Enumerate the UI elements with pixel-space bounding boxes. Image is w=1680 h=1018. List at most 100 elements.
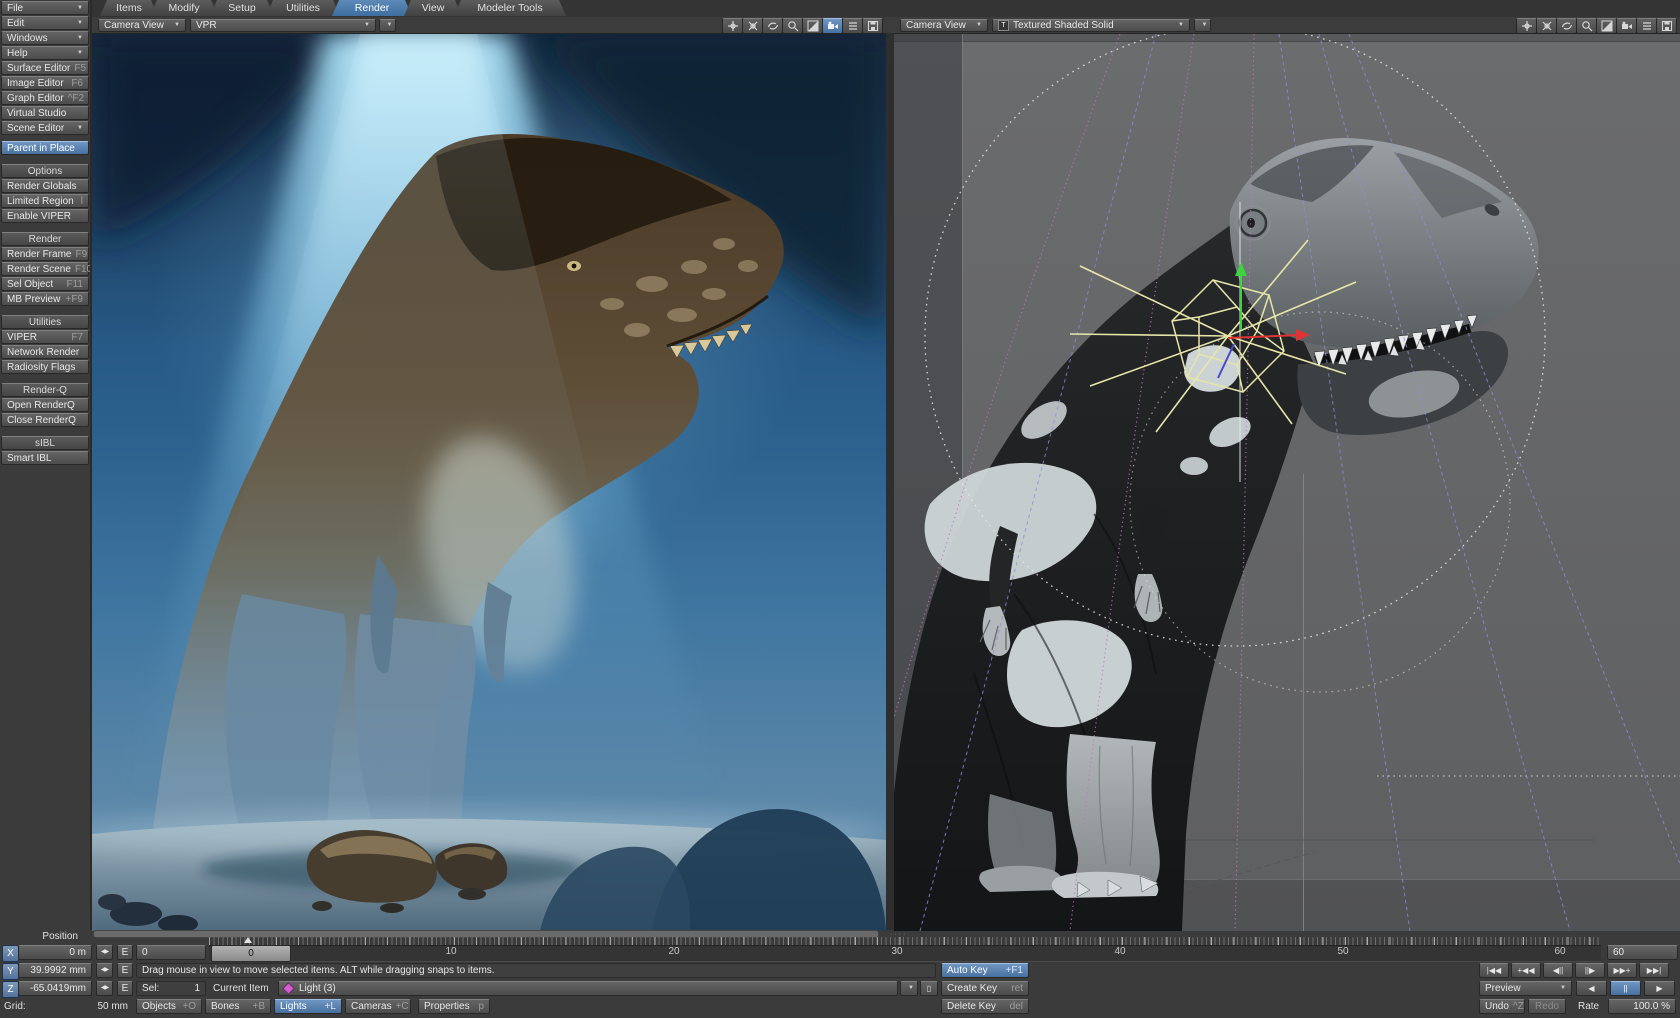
transport-next-key-button[interactable]: ▶▶+ bbox=[1607, 963, 1637, 978]
auto-key-button[interactable]: Auto Key+F1 bbox=[941, 963, 1029, 978]
transport-go-end-button[interactable]: ▶▶| bbox=[1639, 963, 1669, 978]
orbit-icon[interactable] bbox=[1556, 18, 1577, 34]
z-envelope-button[interactable]: E bbox=[117, 981, 133, 996]
frame-slider-handle[interactable]: 0 bbox=[211, 945, 291, 962]
lightwave-layout-window: Items Modify Setup Utilities Render View… bbox=[0, 0, 1680, 1018]
sidebar-sel-object[interactable]: Sel ObjectF11 bbox=[1, 277, 89, 291]
create-key-button[interactable]: Create Keyret bbox=[941, 981, 1029, 996]
y-stepper[interactable]: ◀▶ bbox=[96, 963, 113, 978]
sidebar-virtual-studio[interactable]: Virtual Studio bbox=[1, 106, 89, 120]
rate-field[interactable]: 100.0 % bbox=[1608, 999, 1676, 1014]
transport-prev-key-button[interactable]: +◀◀ bbox=[1511, 963, 1541, 978]
sidebar-render-globals[interactable]: Render Globals bbox=[1, 179, 89, 193]
list-icon[interactable] bbox=[842, 18, 863, 34]
properties-button[interactable]: Propertiesp bbox=[418, 999, 490, 1014]
sidebar-close-renderq[interactable]: Close RenderQ bbox=[1, 413, 89, 427]
pan-icon[interactable] bbox=[1516, 18, 1537, 34]
zoom-icon[interactable] bbox=[782, 18, 803, 34]
left-viewport-render[interactable] bbox=[92, 33, 886, 931]
sidebar-mb-preview[interactable]: MB Preview+F9 bbox=[1, 292, 89, 306]
save-view-icon[interactable] bbox=[1656, 18, 1677, 34]
transport-go-start-button[interactable]: |◀◀ bbox=[1479, 963, 1509, 978]
x-envelope-button[interactable]: E bbox=[117, 945, 133, 960]
play-reverse-button[interactable]: ◀ bbox=[1576, 981, 1607, 996]
sidebar-graph-editor[interactable]: Graph Editor^F2 bbox=[1, 91, 89, 105]
sidebar-surface-editor[interactable]: Surface EditorF5 bbox=[1, 61, 89, 75]
menu-windows[interactable]: Windows▼ bbox=[1, 31, 89, 45]
sidebar-parent-in-place[interactable]: Parent in Place bbox=[1, 141, 89, 155]
tab-utilities[interactable]: Utilities bbox=[266, 0, 340, 16]
preview-dropdown[interactable]: Preview▼ bbox=[1479, 981, 1572, 996]
tab-setup[interactable]: Setup bbox=[210, 0, 274, 16]
menu-file[interactable]: File▼ bbox=[1, 1, 89, 15]
camera-icon[interactable] bbox=[1616, 18, 1637, 34]
ruler-number: 10 bbox=[445, 946, 456, 957]
axis-y-badge[interactable]: Y bbox=[2, 963, 19, 980]
orbit-icon[interactable] bbox=[762, 18, 783, 34]
right-render-mode-dropdown[interactable]: T Textured Shaded Solid▼ bbox=[992, 19, 1190, 32]
delete-key-button[interactable]: Delete Keydel bbox=[941, 999, 1029, 1014]
ruler-number: 50 bbox=[1337, 946, 1348, 957]
transport-step-forward-button[interactable]: ||▶ bbox=[1575, 963, 1605, 978]
current-frame-field[interactable]: 0 bbox=[136, 945, 206, 960]
sidebar-radiosity-flags[interactable]: Radiosity Flags bbox=[1, 360, 89, 374]
tab-view[interactable]: View bbox=[404, 0, 462, 16]
sidebar-render-frame[interactable]: Render FrameF9 bbox=[1, 247, 89, 261]
chevron-down-icon: ▼ bbox=[360, 20, 370, 31]
current-item-dropdown[interactable]: Light (3) bbox=[278, 981, 898, 996]
expand-corner-icon[interactable] bbox=[1596, 18, 1617, 34]
camera-icon[interactable] bbox=[822, 18, 843, 34]
sidebar-image-editor[interactable]: Image EditorF6 bbox=[1, 76, 89, 90]
current-item-arrow-button[interactable]: ▼ bbox=[900, 981, 918, 996]
chevron-down-icon: ▼ bbox=[73, 48, 83, 59]
left-viewport-menu-button[interactable]: ▼ bbox=[379, 19, 396, 32]
end-frame-field[interactable]: 60 bbox=[1607, 945, 1678, 960]
tab-items[interactable]: Items bbox=[100, 0, 158, 16]
list-icon[interactable] bbox=[1636, 18, 1657, 34]
sidebar-limited-region[interactable]: Limited Regionl bbox=[1, 194, 89, 208]
menu-edit[interactable]: Edit▼ bbox=[1, 16, 89, 30]
item-type-lights[interactable]: Lights+L bbox=[274, 999, 342, 1014]
axis-z-badge[interactable]: Z bbox=[2, 981, 19, 998]
play-forward-button[interactable]: ▶ bbox=[1644, 981, 1675, 996]
timeline-track[interactable] bbox=[209, 945, 1601, 962]
pause-button[interactable]: || bbox=[1610, 981, 1641, 996]
sidebar-smart-ibl[interactable]: Smart IBL bbox=[1, 451, 89, 465]
redo-button[interactable]: Redo bbox=[1528, 999, 1566, 1014]
rotate-icon[interactable] bbox=[1536, 18, 1557, 34]
save-view-icon[interactable] bbox=[862, 18, 883, 34]
sidebar-network-render[interactable]: Network Render bbox=[1, 345, 89, 359]
axis-x-badge[interactable]: X bbox=[2, 945, 19, 962]
menu-help[interactable]: Help▼ bbox=[1, 46, 89, 60]
position-z-field[interactable]: -65.0419mm bbox=[18, 981, 92, 996]
pan-icon[interactable] bbox=[722, 18, 743, 34]
zoom-icon[interactable] bbox=[1576, 18, 1597, 34]
tab-modeler-tools[interactable]: Modeler Tools bbox=[454, 0, 566, 16]
sidebar-render-scene[interactable]: Render SceneF10 bbox=[1, 262, 89, 276]
item-type-bones[interactable]: Bones+B bbox=[205, 999, 271, 1014]
y-envelope-button[interactable]: E bbox=[117, 963, 133, 978]
left-view-type-dropdown[interactable]: Camera View▼ bbox=[98, 19, 186, 32]
expand-corner-icon[interactable] bbox=[802, 18, 823, 34]
z-stepper[interactable]: ◀▶ bbox=[96, 981, 113, 996]
sidebar-viper[interactable]: VIPERF7 bbox=[1, 330, 89, 344]
x-stepper[interactable]: ◀▶ bbox=[96, 945, 113, 960]
tab-modify[interactable]: Modify bbox=[150, 0, 218, 16]
undo-button[interactable]: Undo^Z bbox=[1479, 999, 1525, 1014]
position-y-field[interactable]: 39.9992 mm bbox=[18, 963, 92, 978]
item-type-cameras[interactable]: Cameras+C bbox=[345, 999, 411, 1014]
tab-render[interactable]: Render bbox=[332, 0, 412, 16]
right-viewport-render[interactable] bbox=[894, 33, 1680, 931]
right-view-type-dropdown[interactable]: Camera View▼ bbox=[900, 19, 988, 32]
frame-ruler-ticks[interactable] bbox=[209, 937, 1601, 945]
sidebar-enable-viper[interactable]: Enable VIPER bbox=[1, 209, 89, 223]
left-render-mode-dropdown[interactable]: VPR▼ bbox=[190, 19, 376, 32]
sidebar-scene-editor[interactable]: Scene Editor▼ bbox=[1, 121, 89, 135]
item-type-objects[interactable]: Objects+O bbox=[136, 999, 202, 1014]
right-viewport-menu-button[interactable]: ▼ bbox=[1194, 19, 1211, 32]
sidebar-open-renderq[interactable]: Open RenderQ bbox=[1, 398, 89, 412]
item-panel-button[interactable]: ▯ bbox=[920, 981, 938, 996]
rotate-icon[interactable] bbox=[742, 18, 763, 34]
transport-step-back-button[interactable]: ◀|| bbox=[1543, 963, 1573, 978]
position-x-field[interactable]: 0 m bbox=[18, 945, 92, 960]
